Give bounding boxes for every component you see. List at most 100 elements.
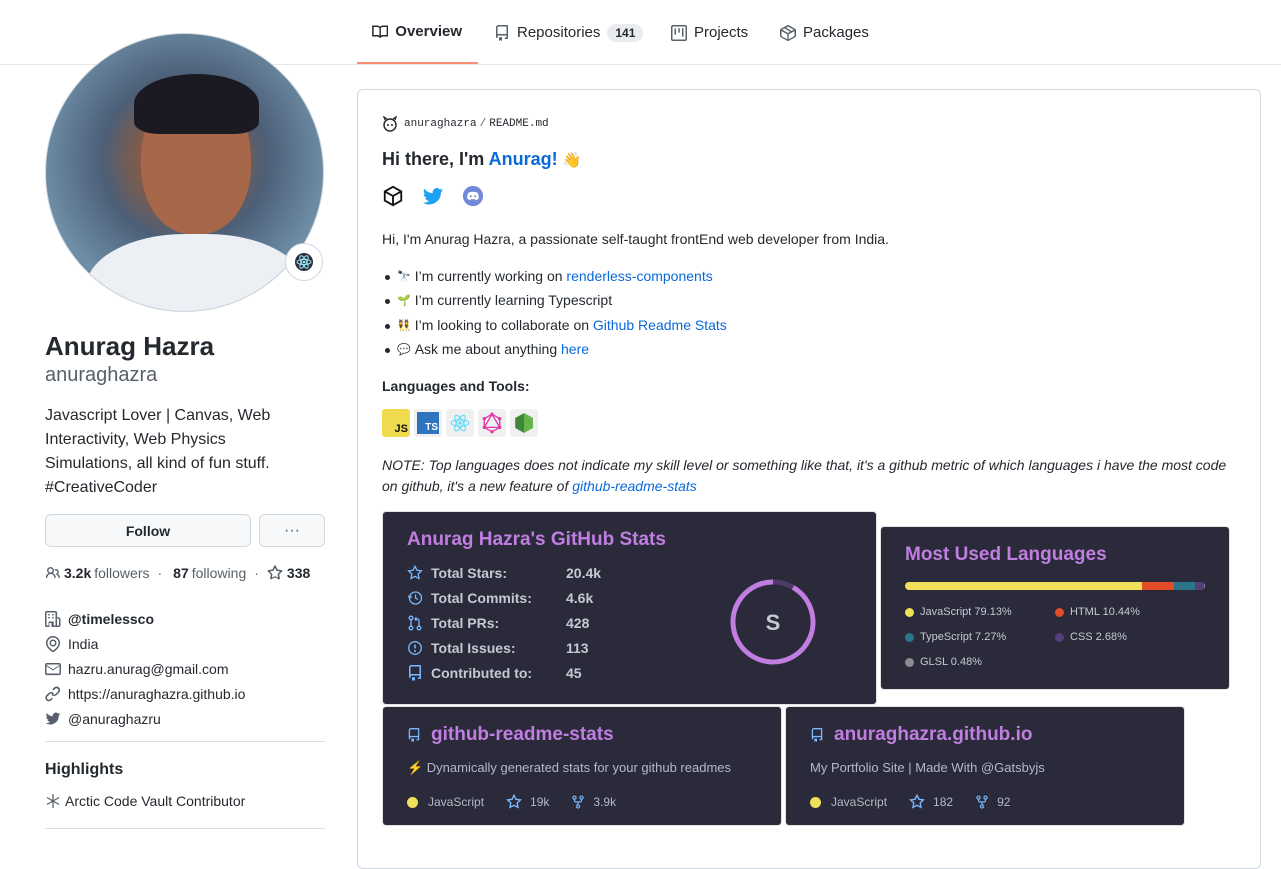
following-label[interactable]: following bbox=[192, 565, 246, 581]
followers-count[interactable]: 3.2k bbox=[64, 565, 91, 581]
readme-intro: Hi, I'm Anurag Hazra, a passionate self-… bbox=[382, 231, 889, 247]
stats-card-title: Anurag Hazra's GitHub Stats bbox=[407, 529, 666, 550]
social-links bbox=[382, 185, 484, 207]
github-stats-card[interactable]: Anurag Hazra's GitHub Stats Total Stars:… bbox=[382, 511, 877, 705]
stat-row: Total Issues: 113 bbox=[407, 640, 589, 656]
here-link[interactable]: here bbox=[561, 341, 589, 357]
stat-row: Contributed to: 45 bbox=[407, 665, 582, 681]
tab-packages[interactable]: Packages bbox=[780, 0, 869, 65]
twitter-icon[interactable] bbox=[422, 185, 444, 207]
repo-card-meta: JavaScript 182 92 bbox=[810, 794, 1032, 810]
star-icon bbox=[407, 565, 423, 580]
readme-heading: Hi there, I'm Anurag! 👋 bbox=[382, 149, 582, 169]
profile-name: Anurag Hazra bbox=[45, 331, 215, 361]
location-icon bbox=[46, 635, 60, 652]
highlights-title: Highlights bbox=[45, 761, 124, 778]
repo-card-github-readme-stats[interactable]: github-readme-stats ⚡ Dynamically genera… bbox=[382, 706, 782, 826]
tab-overview[interactable]: Overview bbox=[357, 0, 478, 64]
languages-tools-heading: Languages and Tools: bbox=[382, 378, 530, 394]
rank-grade: S bbox=[766, 610, 781, 635]
profile-login: anuraghazra bbox=[45, 364, 158, 386]
mail-icon bbox=[45, 662, 61, 675]
email-row: hazru.anurag@gmail.com bbox=[45, 656, 245, 681]
status-emoji-button[interactable] bbox=[285, 243, 323, 281]
email-link[interactable]: hazru.anurag@gmail.com bbox=[68, 661, 229, 677]
react-badge bbox=[446, 409, 474, 437]
location-row: India bbox=[45, 631, 245, 656]
website-link[interactable]: https://anuraghazra.github.io bbox=[68, 686, 245, 702]
tab-packages-label: Packages bbox=[803, 24, 869, 41]
book-icon bbox=[372, 25, 389, 38]
language-item: JavaScript 79.13% bbox=[905, 606, 1012, 618]
nodejs-icon bbox=[515, 413, 533, 433]
speech-emoji: 💬 bbox=[397, 343, 411, 356]
repo-icon bbox=[408, 728, 420, 742]
followers-label[interactable]: followers bbox=[94, 565, 149, 581]
top-languages-card[interactable]: Most Used Languages JavaScript 79.13% HT… bbox=[880, 526, 1230, 690]
list-item: 🔭 I’m currently working on renderless-co… bbox=[385, 268, 713, 284]
org-row: @timelessco bbox=[45, 606, 245, 631]
org-link[interactable]: @timelessco bbox=[68, 611, 154, 627]
twitter-link[interactable]: @anuraghazru bbox=[68, 711, 161, 727]
repo-icon bbox=[811, 728, 823, 742]
history-icon bbox=[407, 591, 423, 605]
following-count[interactable]: 87 bbox=[173, 565, 189, 581]
tab-overview-label: Overview bbox=[395, 22, 462, 40]
repo-card-title: anuraghazra.github.io bbox=[810, 724, 1032, 746]
tab-projects-label: Projects bbox=[694, 24, 749, 41]
twitter-icon bbox=[45, 712, 61, 724]
repo-icon bbox=[409, 665, 421, 681]
follow-button[interactable]: Follow bbox=[45, 514, 251, 547]
language-item: GLSL 0.48% bbox=[905, 656, 982, 668]
language-bar-segment bbox=[1173, 582, 1196, 590]
stars-count[interactable]: 338 bbox=[287, 565, 310, 581]
more-options-button[interactable]: ··· bbox=[259, 514, 325, 547]
website-row: https://anuraghazra.github.io bbox=[45, 681, 245, 706]
profile-bio: Javascript Lover | Canvas, Web Interacti… bbox=[45, 407, 271, 496]
discord-icon[interactable] bbox=[462, 185, 484, 207]
stat-value: 45 bbox=[566, 665, 582, 681]
language-bar-segment bbox=[1195, 582, 1204, 590]
language-dot bbox=[905, 632, 914, 642]
renderless-components-link[interactable]: renderless-components bbox=[566, 268, 712, 284]
language-item: HTML 10.44% bbox=[1055, 606, 1140, 618]
stat-value: 428 bbox=[566, 615, 590, 631]
highlight-item[interactable]: Arctic Code Vault Contributor bbox=[45, 793, 245, 809]
github-readme-stats-link[interactable]: Github Readme Stats bbox=[593, 317, 727, 333]
avatar[interactable] bbox=[45, 33, 324, 312]
rank-ring: S bbox=[730, 579, 816, 665]
repo-stars: 182 bbox=[909, 794, 953, 810]
link-icon bbox=[45, 685, 61, 701]
tab-projects[interactable]: Projects bbox=[671, 0, 748, 65]
repo-card-meta: JavaScript 19k 3.9k bbox=[407, 794, 638, 810]
stat-row: Total Commits: 4.6k bbox=[407, 590, 593, 606]
language-dot bbox=[905, 607, 914, 617]
codesandbox-icon[interactable] bbox=[382, 185, 404, 207]
repo-card-desc: My Portfolio Site | Made With @Gatsbyjs bbox=[810, 760, 1045, 775]
electron-icon bbox=[295, 253, 313, 271]
github-readme-stats-note-link[interactable]: github-readme-stats bbox=[572, 478, 697, 494]
name-link[interactable]: Anurag! bbox=[489, 149, 558, 169]
stat-row: Total PRs: 428 bbox=[407, 615, 589, 631]
fork-icon bbox=[572, 795, 585, 809]
list-item: 🌱 I’m currently learning Typescript bbox=[384, 292, 613, 308]
repo-language: JavaScript bbox=[810, 795, 887, 809]
readme-path: anuraghazra / README.md bbox=[382, 116, 549, 132]
language-progress-bar bbox=[905, 582, 1205, 590]
repo-card-portfolio[interactable]: anuraghazra.github.io My Portfolio Site … bbox=[785, 706, 1185, 826]
readme-file[interactable]: README.md bbox=[489, 118, 548, 130]
language-bar-segment bbox=[1142, 582, 1174, 590]
readme-owner[interactable]: anuraghazra bbox=[404, 118, 477, 130]
repo-forks: 92 bbox=[975, 794, 1010, 810]
fork-icon bbox=[976, 795, 988, 809]
tab-repositories[interactable]: Repositories 141 bbox=[494, 0, 644, 65]
graphql-badge bbox=[478, 409, 506, 437]
repositories-count-badge: 141 bbox=[607, 23, 644, 42]
javascript-badge: JS bbox=[382, 409, 410, 437]
graphql-icon bbox=[482, 412, 502, 434]
package-icon bbox=[780, 24, 796, 41]
pr-icon bbox=[408, 615, 422, 631]
highlight-label: Arctic Code Vault Contributor bbox=[65, 793, 246, 809]
twitter-row: @anuraghazru bbox=[45, 706, 245, 731]
stat-row: Total Stars: 20.4k bbox=[407, 565, 601, 581]
